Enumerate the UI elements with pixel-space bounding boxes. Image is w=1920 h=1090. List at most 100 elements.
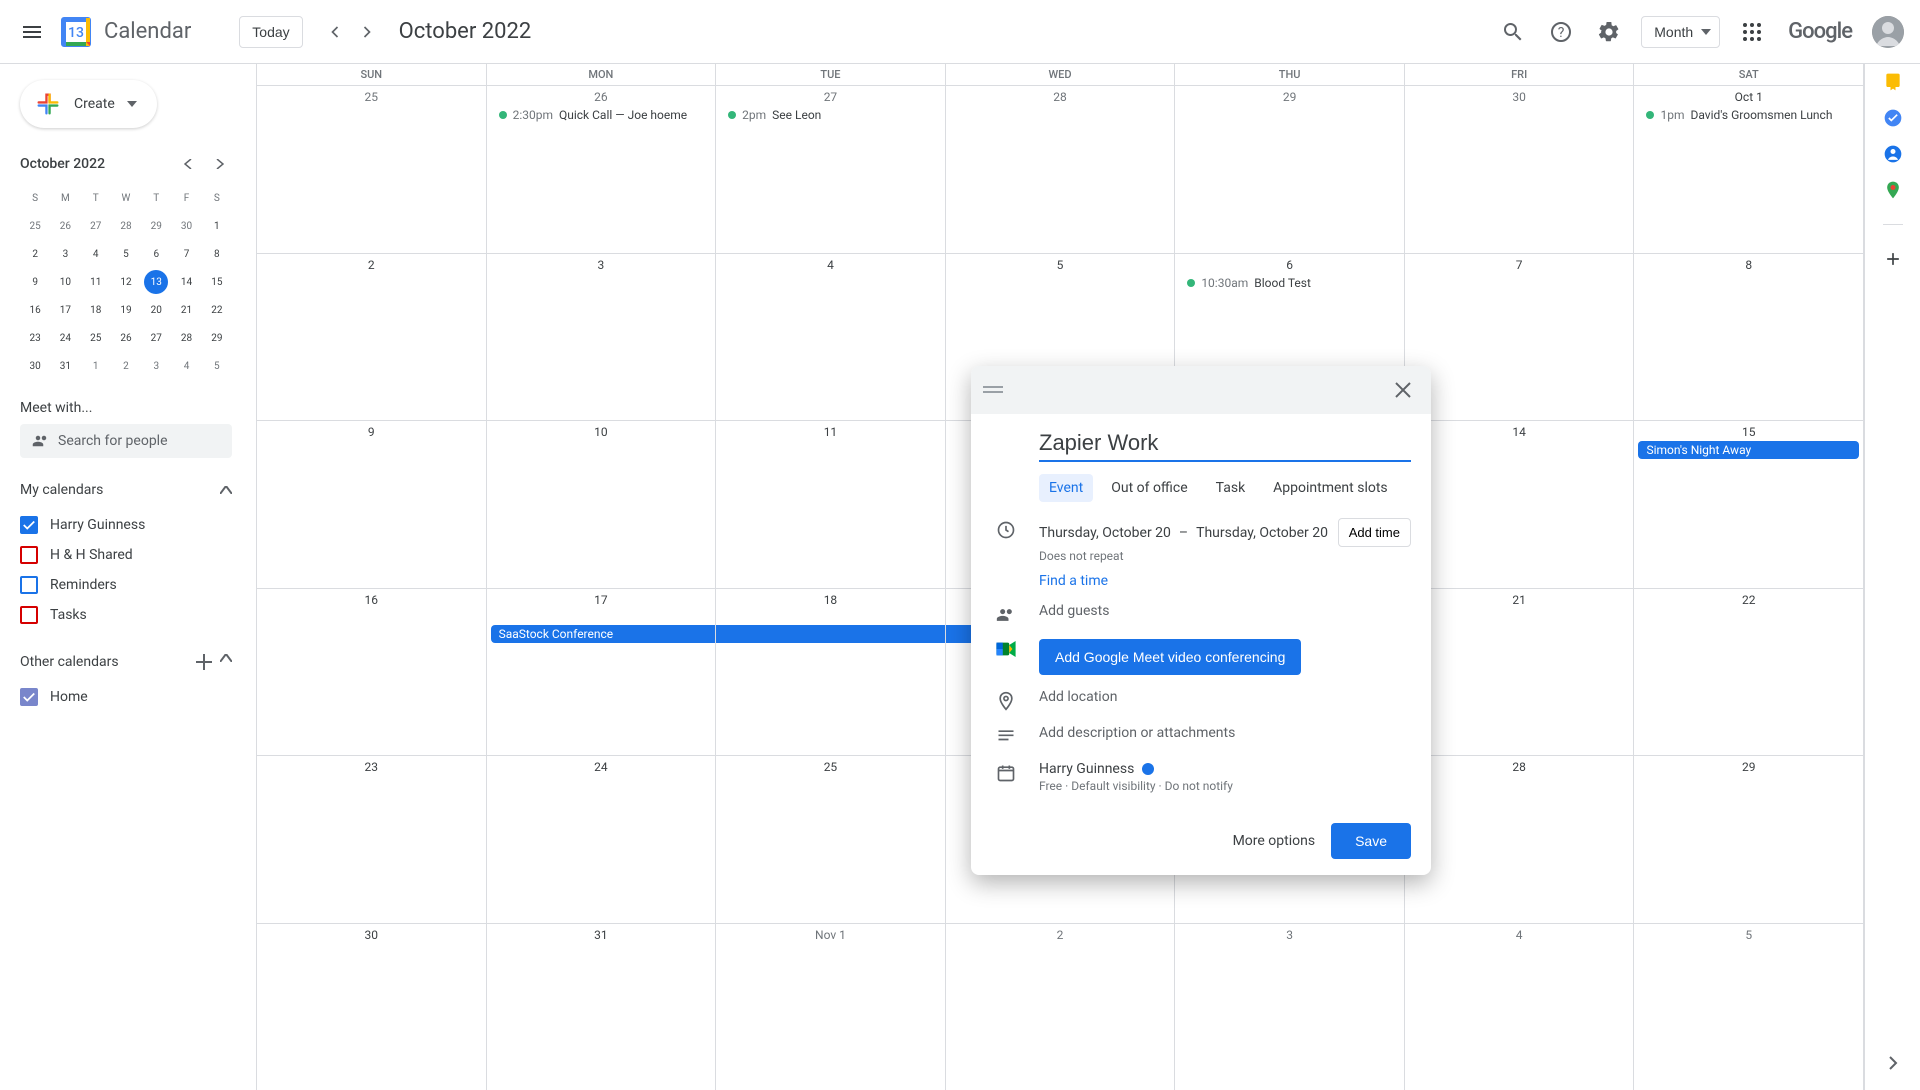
mini-day-cell[interactable]: 12 [111,268,141,296]
calendar-checkbox[interactable] [20,516,38,534]
event[interactable]: SaaStock Conference [491,625,716,643]
event[interactable]: 2:30pm Quick Call — Joe hoeme [491,106,712,124]
add-description-field[interactable]: Add description or attachments [1039,725,1411,741]
day-cell[interactable]: 15Simon's Night Away [1634,421,1864,588]
more-options-button[interactable]: More options [1233,833,1316,849]
event-end-date[interactable]: Thursday, October 20 [1196,525,1328,541]
event-start-date[interactable]: Thursday, October 20 [1039,525,1171,541]
day-cell[interactable]: 2 [257,254,487,421]
event[interactable]: 10:30am Blood Test [1179,274,1400,292]
mini-day-cell[interactable]: 7 [171,240,201,268]
day-cell[interactable]: 3 [487,254,717,421]
event-type-tab[interactable]: Out of office [1101,474,1197,502]
day-cell[interactable]: 31 [487,924,717,1090]
day-cell[interactable]: 29 [1175,86,1405,253]
next-month-button[interactable] [351,16,383,48]
mini-day-cell[interactable]: 3 [141,352,171,380]
day-cell[interactable]: 8 [1634,254,1864,421]
day-cell[interactable]: 10 [487,421,717,588]
event-type-tab[interactable]: Task [1206,474,1256,502]
mini-day-cell[interactable]: 21 [171,296,201,324]
mini-day-cell[interactable]: 2 [20,240,50,268]
day-cell[interactable]: 5 [1634,924,1864,1090]
day-cell[interactable]: 7 [1405,254,1635,421]
mini-day-cell[interactable]: 14 [171,268,201,296]
mini-day-cell[interactable]: 29 [141,212,171,240]
mini-day-cell[interactable]: 27 [81,212,111,240]
mini-day-cell[interactable]: 13 [141,268,171,296]
add-time-button[interactable]: Add time [1338,518,1411,547]
mini-day-cell[interactable]: 15 [202,268,232,296]
mini-day-cell[interactable]: 3 [50,240,80,268]
day-cell[interactable]: 2 [946,924,1176,1090]
day-cell[interactable]: 4 [716,254,946,421]
add-location-field[interactable]: Add location [1039,689,1411,705]
main-menu-button[interactable] [8,8,56,56]
event-type-tab[interactable]: Event [1039,474,1093,502]
keep-icon[interactable] [1883,72,1903,92]
calendar-item[interactable]: H & H Shared [20,540,232,570]
event[interactable]: 1pm David's Groomsmen Lunch [1638,106,1859,124]
day-cell[interactable]: 24 [487,756,717,923]
mini-day-cell[interactable]: 1 [202,212,232,240]
add-addon-icon[interactable] [1883,249,1903,269]
event[interactable] [716,625,945,643]
apps-button[interactable] [1728,8,1776,56]
settings-button[interactable] [1585,8,1633,56]
day-cell[interactable]: 22 [1634,589,1864,756]
other-calendars-toggle[interactable]: Other calendars [20,650,232,674]
help-button[interactable]: ? [1537,8,1585,56]
mini-day-cell[interactable]: 27 [141,324,171,352]
repeat-text[interactable]: Does not repeat [1039,549,1411,563]
mini-day-cell[interactable]: 9 [20,268,50,296]
event[interactable]: 2pm See Leon [720,106,941,124]
day-cell[interactable]: 29 [1634,756,1864,923]
mini-day-cell[interactable]: 5 [111,240,141,268]
mini-day-cell[interactable]: 6 [141,240,171,268]
mini-day-cell[interactable]: 17 [50,296,80,324]
day-cell[interactable]: 3 [1175,924,1405,1090]
dialog-drag-handle[interactable] [983,382,1003,398]
event-title-input[interactable] [1039,430,1411,462]
add-meet-button[interactable]: Add Google Meet video conferencing [1039,639,1301,675]
mini-day-cell[interactable]: 22 [202,296,232,324]
mini-day-cell[interactable]: 2 [111,352,141,380]
day-cell[interactable]: 4 [1405,924,1635,1090]
mini-day-cell[interactable]: 20 [141,296,171,324]
account-avatar[interactable] [1872,16,1904,48]
event[interactable]: Simon's Night Away [1638,441,1859,459]
day-cell[interactable]: 9 [257,421,487,588]
create-button[interactable]: Create [20,80,157,128]
day-cell[interactable]: 262:30pm Quick Call — Joe hoeme [487,86,717,253]
day-cell[interactable]: 30 [1405,86,1635,253]
calendar-item[interactable]: Reminders [20,570,232,600]
mini-day-cell[interactable]: 10 [50,268,80,296]
search-button[interactable] [1489,8,1537,56]
day-cell[interactable]: Nov 1 [716,924,946,1090]
save-button[interactable]: Save [1331,823,1411,859]
mini-day-cell[interactable]: 30 [171,212,201,240]
day-cell[interactable]: Oct 11pm David's Groomsmen Lunch [1634,86,1864,253]
day-cell[interactable]: 25 [257,86,487,253]
today-button[interactable]: Today [239,16,302,48]
search-people-input[interactable]: Search for people [20,424,232,458]
calendar-item[interactable]: Harry Guinness [20,510,232,540]
calendar-item[interactable]: Tasks [20,600,232,630]
day-cell[interactable]: 28 [1405,756,1635,923]
day-cell[interactable]: 23 [257,756,487,923]
mini-day-cell[interactable]: 25 [20,212,50,240]
mini-day-cell[interactable]: 18 [81,296,111,324]
mini-day-cell[interactable]: 31 [50,352,80,380]
day-cell[interactable]: 30 [257,924,487,1090]
mini-day-cell[interactable]: 5 [202,352,232,380]
calendar-checkbox[interactable] [20,606,38,624]
day-cell[interactable]: 11 [716,421,946,588]
view-selector[interactable]: Month [1641,16,1720,48]
day-cell[interactable]: 21 [1405,589,1635,756]
calendar-checkbox[interactable] [20,546,38,564]
mini-next-month[interactable] [208,152,232,176]
mini-day-cell[interactable]: 19 [111,296,141,324]
mini-day-cell[interactable]: 4 [81,240,111,268]
mini-day-cell[interactable]: 30 [20,352,50,380]
mini-day-cell[interactable]: 24 [50,324,80,352]
